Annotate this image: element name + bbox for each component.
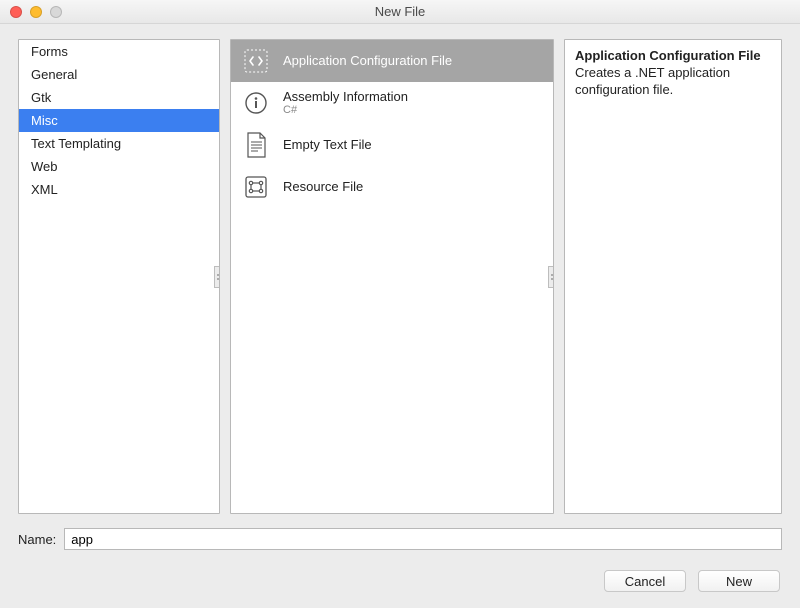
category-item-web[interactable]: Web: [19, 155, 219, 178]
info-icon: [241, 88, 271, 118]
splitter-handle[interactable]: [214, 266, 220, 288]
template-label: Application Configuration File: [283, 53, 452, 69]
description-body: Creates a .NET application configuration…: [575, 65, 771, 99]
category-panel: Forms General Gtk Misc Text Templating W…: [18, 39, 220, 514]
category-item-general[interactable]: General: [19, 63, 219, 86]
text-file-icon: [241, 130, 271, 160]
template-item-assembly-info[interactable]: Assembly Information C#: [231, 82, 553, 124]
name-input[interactable]: [64, 528, 782, 550]
template-item-app-config[interactable]: Application Configuration File: [231, 40, 553, 82]
code-brackets-icon: [241, 46, 271, 76]
category-list: Forms General Gtk Misc Text Templating W…: [19, 40, 219, 201]
category-item-misc[interactable]: Misc: [19, 109, 219, 132]
template-sublabel: C#: [283, 104, 408, 117]
template-label: Empty Text File: [283, 137, 372, 153]
description-title: Application Configuration File: [575, 48, 771, 63]
template-item-resource-file[interactable]: Resource File: [231, 166, 553, 208]
description-panel: Application Configuration File Creates a…: [564, 39, 782, 514]
titlebar: New File: [0, 0, 800, 24]
category-item-gtk[interactable]: Gtk: [19, 86, 219, 109]
cancel-button[interactable]: Cancel: [604, 570, 686, 592]
name-label: Name:: [18, 532, 56, 547]
template-label: Resource File: [283, 179, 363, 195]
window-title: New File: [0, 4, 800, 19]
splitter-handle[interactable]: [548, 266, 554, 288]
category-item-forms[interactable]: Forms: [19, 40, 219, 63]
resource-icon: [241, 172, 271, 202]
category-item-xml[interactable]: XML: [19, 178, 219, 201]
template-label: Assembly Information: [283, 89, 408, 105]
template-item-empty-text[interactable]: Empty Text File: [231, 124, 553, 166]
new-button[interactable]: New: [698, 570, 780, 592]
template-list: Application Configuration File Assembly …: [231, 40, 553, 208]
template-panel: Application Configuration File Assembly …: [230, 39, 554, 514]
category-item-text-templating[interactable]: Text Templating: [19, 132, 219, 155]
